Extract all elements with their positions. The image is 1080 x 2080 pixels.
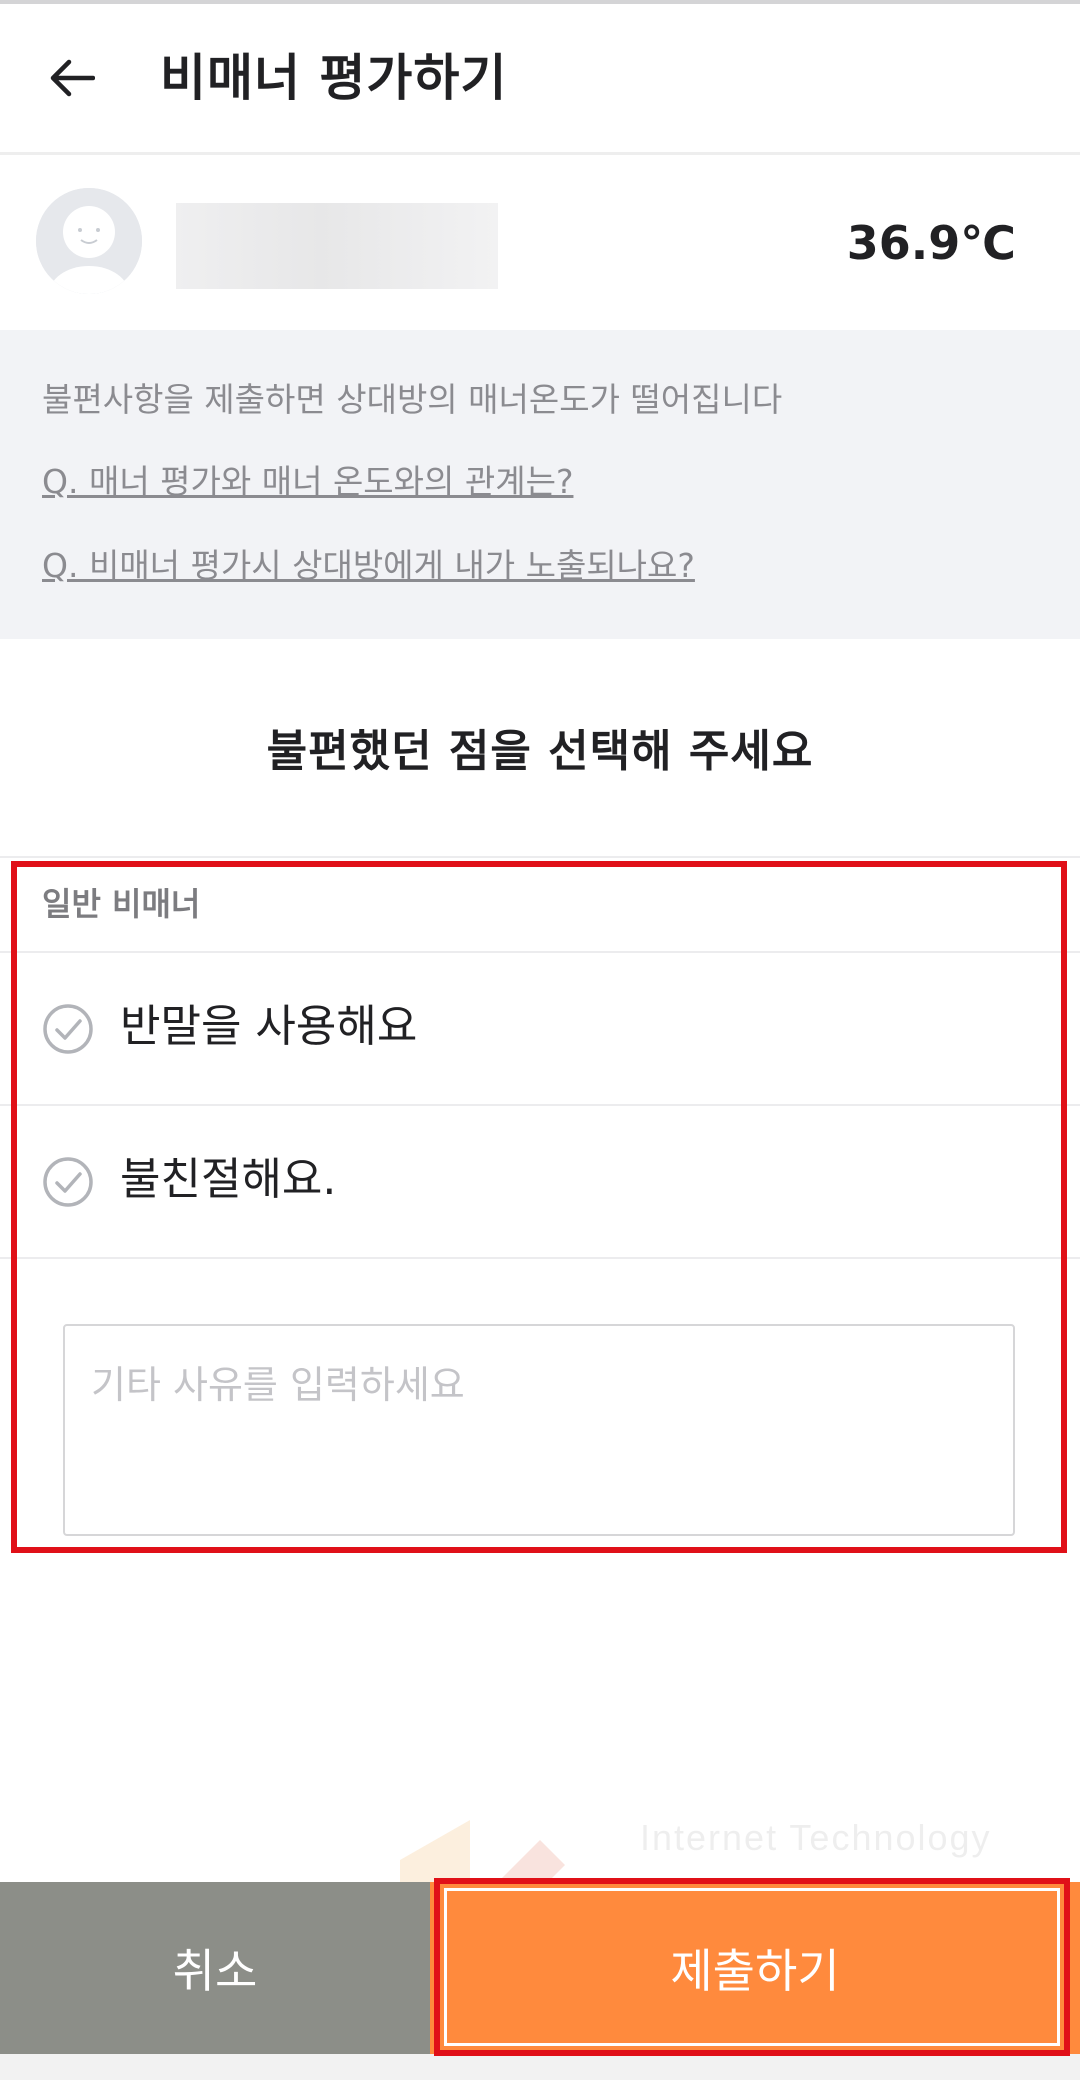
- arrow-left-icon: [50, 59, 95, 97]
- app-header: 비매너 평가하기: [0, 4, 1080, 155]
- option-label: 불친절해요.: [120, 1154, 337, 1205]
- profile-row: 36.9℃: [0, 155, 1080, 330]
- page-title: 비매너 평가하기: [160, 49, 508, 107]
- check-circle-icon: [43, 1157, 93, 1207]
- back-button[interactable]: [40, 46, 104, 110]
- other-reason-input[interactable]: [63, 1324, 1015, 1536]
- faq-link-manner-relation[interactable]: Q. 매너 평가와 매너 온도와의 관계는?: [42, 460, 573, 504]
- footer-bottom-bar: [0, 2054, 1080, 2080]
- submit-button[interactable]: 제출하기: [430, 1882, 1080, 2054]
- info-box: 불편사항을 제출하면 상대방의 매너온도가 떨어집니다 Q. 매너 평가와 매너…: [0, 330, 1080, 639]
- default-avatar-icon: [36, 188, 142, 294]
- username-redacted: [176, 203, 498, 289]
- category-label: 일반 비매너: [42, 885, 201, 923]
- avatar: [36, 188, 142, 294]
- manner-temperature: 36.9℃: [846, 216, 1016, 270]
- option-unkind[interactable]: 불친절해요.: [0, 1106, 1080, 1256]
- faq-link-exposure[interactable]: Q. 비매너 평가시 상대방에게 내가 노출되나요?: [42, 544, 695, 588]
- check-circle-icon: [43, 1004, 93, 1054]
- info-notice: 불편사항을 제출하면 상대방의 매너온도가 떨어집니다: [42, 380, 783, 419]
- cancel-button[interactable]: 취소: [0, 1882, 430, 2054]
- divider: [0, 856, 1080, 858]
- option-banmal[interactable]: 반말을 사용해요: [0, 953, 1080, 1103]
- svg-text:Internet Technology: Internet Technology: [640, 1817, 992, 1858]
- section-title: 불편했던 점을 선택해 주세요: [266, 726, 814, 777]
- option-label: 반말을 사용해요: [120, 1001, 418, 1052]
- footer: 취소 제출하기: [0, 1882, 1080, 2080]
- divider: [0, 1257, 1080, 1259]
